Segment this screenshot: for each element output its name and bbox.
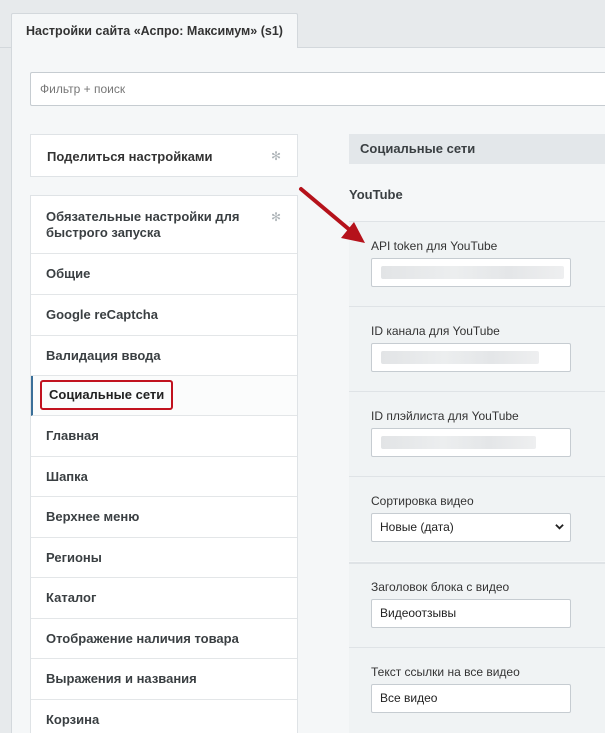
nav-item-label-highlighted: Социальные сети	[40, 380, 174, 410]
nav-item-label: Каталог	[46, 590, 97, 605]
field-channel-id: ID канала для YouTube	[349, 306, 605, 391]
nav-item-label: Регионы	[46, 550, 102, 565]
nav-item-recaptcha[interactable]: Google reCaptcha	[31, 295, 297, 336]
nav-item-label: Обязательные настройки для быстрого запу…	[46, 209, 240, 240]
link-text-input[interactable]: Все видео	[371, 684, 571, 713]
sort-label: Сортировка видео	[371, 494, 474, 508]
nav-item-label: Google reCaptcha	[46, 307, 158, 322]
nav-item-required-settings[interactable]: Обязательные настройки для быстрого запу…	[31, 196, 297, 254]
tab-bar: Настройки сайта «Аспро: Максимум» (s1)	[0, 0, 605, 49]
share-settings-item[interactable]: Поделиться настройками ✻	[30, 134, 298, 177]
block-title-input[interactable]: Видеоотзывы	[371, 599, 571, 628]
chevron-down-icon	[555, 524, 564, 530]
nav-item-label: Общие	[46, 266, 91, 281]
nav-item-header[interactable]: Шапка	[31, 457, 297, 497]
redacted-value	[381, 266, 564, 279]
playlist-id-input[interactable]	[371, 428, 571, 457]
nav-item-label: Главная	[46, 428, 99, 443]
nav-item-cart[interactable]: Корзина	[31, 700, 297, 733]
channel-id-input[interactable]	[371, 343, 571, 372]
field-api-token: API token для YouTube	[349, 221, 605, 306]
nav-item-regions[interactable]: Регионы	[31, 538, 297, 578]
nav-item-input-validation[interactable]: Валидация ввода	[31, 336, 297, 376]
field-playlist-id: ID плэйлиста для YouTube	[349, 391, 605, 476]
sort-select[interactable]: Новые (дата)	[371, 513, 571, 542]
field-sort-video: Сортировка видео Новые (дата)	[349, 476, 605, 561]
nav-item-availability[interactable]: Отображение наличия товара	[31, 619, 297, 659]
nav-item-phrases[interactable]: Выражения и названия	[31, 659, 297, 700]
filter-search-input[interactable]	[30, 72, 605, 106]
nav-item-label: Выражения и названия	[46, 671, 197, 686]
nav-item-catalog[interactable]: Каталог	[31, 578, 297, 619]
block-title-label: Заголовок блока с видео	[371, 580, 510, 594]
nav-item-general[interactable]: Общие	[31, 254, 297, 295]
nav-item-label: Корзина	[46, 712, 100, 727]
share-settings-label: Поделиться настройками	[47, 149, 213, 164]
star-icon[interactable]: ✻	[271, 149, 281, 163]
section-title: Социальные сети	[349, 134, 605, 164]
nav-item-main[interactable]: Главная	[31, 416, 297, 457]
field-block-title: Заголовок блока с видео Видеоотзывы	[349, 562, 605, 647]
link-text-label: Текст ссылки на все видео	[371, 665, 520, 679]
api-token-input[interactable]	[371, 258, 571, 287]
nav-item-social-networks[interactable]: Социальные сети	[31, 376, 297, 416]
settings-nav: Обязательные настройки для быстрого запу…	[30, 195, 298, 733]
redacted-value	[381, 351, 539, 364]
redacted-value	[381, 436, 536, 449]
tab-site-settings[interactable]: Настройки сайта «Аспро: Максимум» (s1)	[11, 13, 298, 49]
channel-id-label: ID канала для YouTube	[371, 324, 500, 338]
nav-item-label: Отображение наличия товара	[46, 631, 239, 646]
nav-item-top-menu[interactable]: Верхнее меню	[31, 497, 297, 538]
playlist-id-label: ID плэйлиста для YouTube	[371, 409, 519, 423]
star-icon[interactable]: ✻	[271, 210, 281, 224]
nav-item-label: Верхнее меню	[46, 509, 140, 524]
nav-item-label: Шапка	[46, 469, 88, 484]
sort-selected-value: Новые (дата)	[380, 520, 454, 534]
nav-item-label: Валидация ввода	[46, 348, 161, 363]
annotation-arrow-icon	[299, 187, 365, 243]
api-token-label: API token для YouTube	[371, 239, 498, 253]
field-link-text: Текст ссылки на все видео Все видео	[349, 647, 605, 733]
